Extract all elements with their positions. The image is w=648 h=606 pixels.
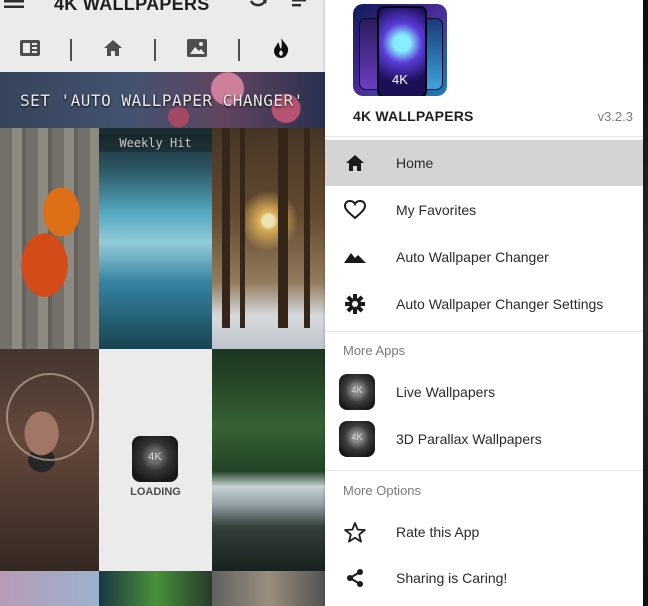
navigation-drawer: 4K 4K WALLPAPERS v3.2.3 Home My Favorite…	[325, 0, 643, 606]
star-icon	[344, 521, 366, 543]
live-wallpapers-app-icon: 4K	[339, 374, 375, 410]
parallax-wallpapers-app-icon: 4K	[339, 421, 375, 457]
divider	[325, 470, 643, 471]
menu-item-favorites[interactable]: My Favorites	[325, 187, 643, 233]
menu-item-live-wallpapers[interactable]: 4K Live Wallpapers	[325, 369, 643, 415]
menu-item-label: Live Wallpapers	[396, 384, 496, 400]
home-icon	[344, 152, 366, 174]
mountain-icon	[344, 246, 366, 268]
heart-icon	[344, 199, 366, 221]
menu-item-rate-app[interactable]: Rate this App	[325, 509, 643, 555]
drawer-scrim[interactable]	[0, 0, 325, 606]
share-icon	[344, 567, 366, 589]
menu-item-parallax-wallpapers[interactable]: 4K 3D Parallax Wallpapers	[325, 416, 643, 462]
menu-item-label: Auto Wallpaper Changer	[396, 249, 549, 265]
menu-item-home[interactable]: Home	[325, 140, 643, 186]
menu-item-label: Auto Wallpaper Changer Settings	[396, 296, 604, 312]
menu-item-auto-changer-settings[interactable]: Auto Wallpaper Changer Settings	[325, 281, 643, 327]
menu-item-auto-changer[interactable]: Auto Wallpaper Changer	[325, 234, 643, 280]
menu-item-label: Home	[396, 155, 434, 171]
divider	[325, 331, 643, 332]
background-edge	[643, 0, 648, 606]
menu-item-share[interactable]: Sharing is Caring!	[325, 555, 643, 601]
app-version: v3.2.3	[597, 109, 633, 124]
settings-icon	[344, 293, 366, 315]
app-logo: 4K	[353, 4, 447, 96]
menu-item-label: Rate this App	[396, 524, 480, 540]
menu-item-label: 3D Parallax Wallpapers	[396, 431, 542, 447]
section-title-more-options: More Options	[343, 483, 422, 498]
menu-item-label: Sharing is Caring!	[396, 570, 508, 586]
divider	[325, 136, 643, 137]
menu-item-label: My Favorites	[396, 202, 477, 218]
section-title-more-apps: More Apps	[343, 343, 406, 358]
drawer-app-name: 4K WALLPAPERS	[353, 108, 474, 124]
logo-text: 4K	[392, 72, 408, 87]
